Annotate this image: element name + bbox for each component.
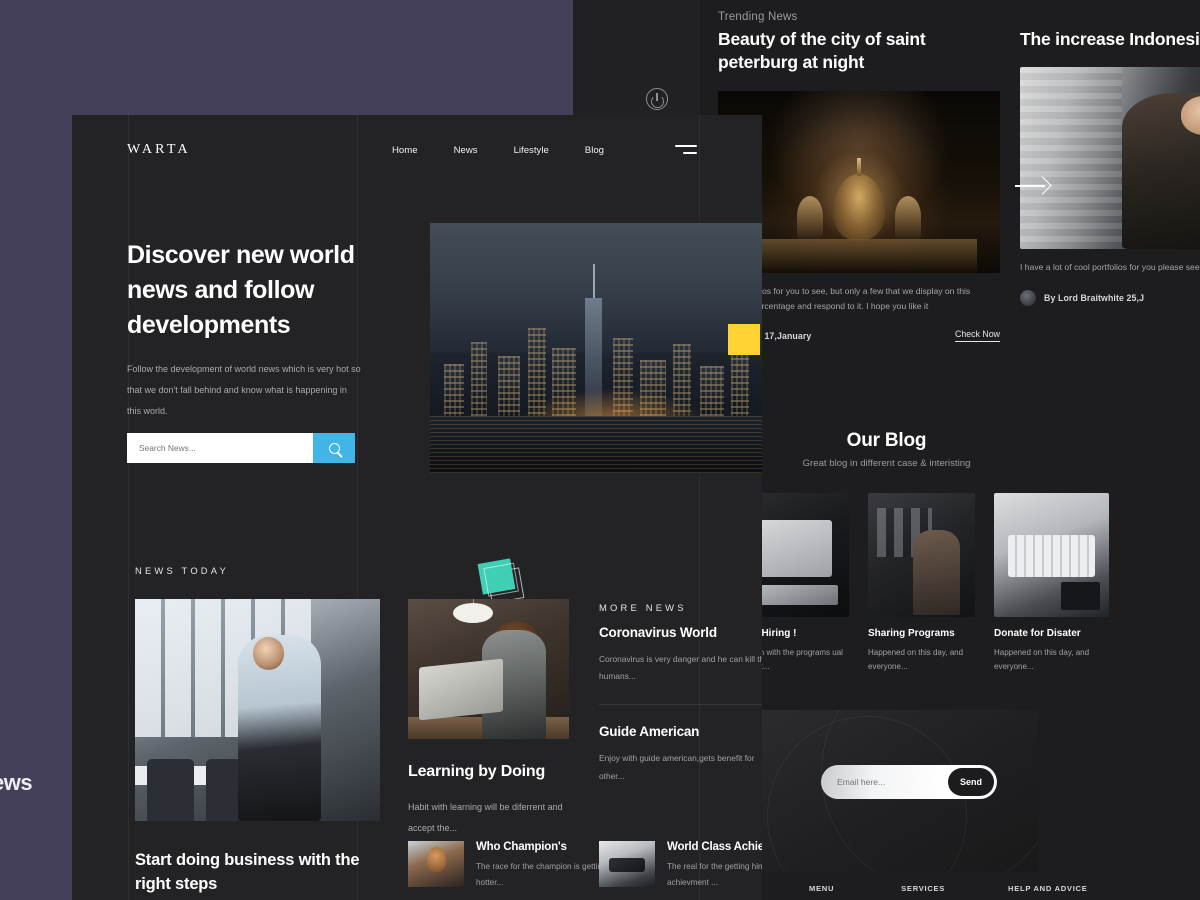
logo[interactable]: WARTA xyxy=(127,142,191,158)
list-item-title: World Class Achiev xyxy=(667,841,762,853)
search-icon xyxy=(328,442,340,454)
trending-card-author: By Lord Braitwhite 25,J xyxy=(1044,293,1145,304)
blog-card-list: Are Hiring ! appen with the programs ual… xyxy=(742,493,1200,674)
power-icon xyxy=(646,88,668,110)
blog-card-image xyxy=(994,493,1109,617)
featured-article-title: Start doing business with the right step… xyxy=(135,851,360,893)
more-news-label: MORE NEWS xyxy=(599,602,687,613)
news-today-label: NEWS TODAY xyxy=(135,565,229,576)
arrow-right-icon[interactable] xyxy=(1015,176,1052,195)
list-item-body: Enjoy with guide american,gets benefit f… xyxy=(599,753,755,781)
hero-heading: Discover new world news and follow devel… xyxy=(127,241,355,339)
list-item-title: Guide American xyxy=(599,724,700,740)
featured-article-card[interactable]: Start doing business with the right step… xyxy=(135,599,380,897)
grid-line xyxy=(128,115,129,900)
blog-card-image xyxy=(868,493,975,617)
list-item[interactable]: World Class Achiev The real for the gett… xyxy=(599,841,762,892)
newsletter-heading: ews xyxy=(0,770,33,795)
list-item-body: The real for the getting himself achievm… xyxy=(667,862,762,888)
newsletter-form: Send xyxy=(821,765,997,799)
blog-card-body: Happened on this day, and everyone... xyxy=(868,648,964,671)
hero-paragraph: Follow the development of world news whi… xyxy=(127,364,361,417)
search-bar xyxy=(127,433,355,463)
nav-item-news[interactable]: News xyxy=(454,145,478,156)
trending-news-label: Trending News xyxy=(718,11,798,23)
secondary-article-card[interactable]: Learning by Doing Habit with learning wi… xyxy=(408,599,569,838)
trending-card-title: The increase Indonesia cor xyxy=(1020,29,1200,49)
avatar xyxy=(1020,290,1036,307)
list-item[interactable]: Coronavirus World Coronavirus is very da… xyxy=(599,625,762,706)
secondary-article-image xyxy=(408,599,569,739)
check-now-link[interactable]: Check Now xyxy=(955,329,1000,343)
trending-card-image xyxy=(1020,67,1200,250)
send-button[interactable]: Send xyxy=(948,768,994,796)
secondary-article-title: Learning by Doing xyxy=(408,763,546,780)
main-navigation: Home News Lifestyle Blog xyxy=(392,145,604,156)
list-item[interactable]: Who Champion's The race for the champion… xyxy=(408,841,630,892)
hero-image xyxy=(430,223,762,473)
featured-article-image xyxy=(135,599,380,821)
decorative-yellow-square xyxy=(728,324,760,355)
nav-item-home[interactable]: Home xyxy=(392,145,418,156)
search-input[interactable] xyxy=(127,433,313,463)
decorative-teal-square xyxy=(477,558,525,604)
list-item-body: Coronavirus is very danger and he can ki… xyxy=(599,654,762,682)
list-item-title: Coronavirus World xyxy=(599,625,717,640)
trending-card-body: I have a lot of cool portfolios for you … xyxy=(1020,262,1200,273)
list-item-thumbnail xyxy=(408,841,464,887)
nav-item-blog[interactable]: Blog xyxy=(585,145,604,156)
email-field[interactable] xyxy=(837,777,948,787)
blog-card[interactable]: Sharing Programs Happened on this day, a… xyxy=(868,493,975,674)
search-button[interactable] xyxy=(313,433,355,463)
list-item-thumbnail xyxy=(599,841,655,887)
more-news-list: Coronavirus World Coronavirus is very da… xyxy=(599,625,762,823)
secondary-article-body: Habit with learning will be diferrent an… xyxy=(408,802,563,833)
list-item[interactable]: Guide American Enjoy with guide american… xyxy=(599,724,762,803)
main-mockup-panel: WARTA Home News Lifestyle Blog Discover … xyxy=(72,115,762,900)
footer-column-services[interactable]: SERVICES xyxy=(901,884,945,893)
footer-column-menu[interactable]: MENU xyxy=(809,884,834,893)
trending-card[interactable]: The increase Indonesia cor I have a lot … xyxy=(1020,28,1200,307)
blog-card-title: Sharing Programs xyxy=(868,628,955,639)
blog-card[interactable]: Donate for Disater Happened on this day,… xyxy=(994,493,1109,674)
hamburger-icon[interactable] xyxy=(675,145,697,159)
blog-card-body: Happened on this day, and everyone... xyxy=(994,648,1090,671)
footer-column-help[interactable]: HELP AND ADVICE xyxy=(1008,884,1087,893)
blog-card-title: Donate for Disater xyxy=(994,628,1081,639)
nav-item-lifestyle[interactable]: Lifestyle xyxy=(514,145,549,156)
trending-card-meta: By Lord Braitwhite 25,J xyxy=(1020,290,1145,307)
trending-card-title: Beauty of the city of saint peterburg at… xyxy=(718,29,926,73)
